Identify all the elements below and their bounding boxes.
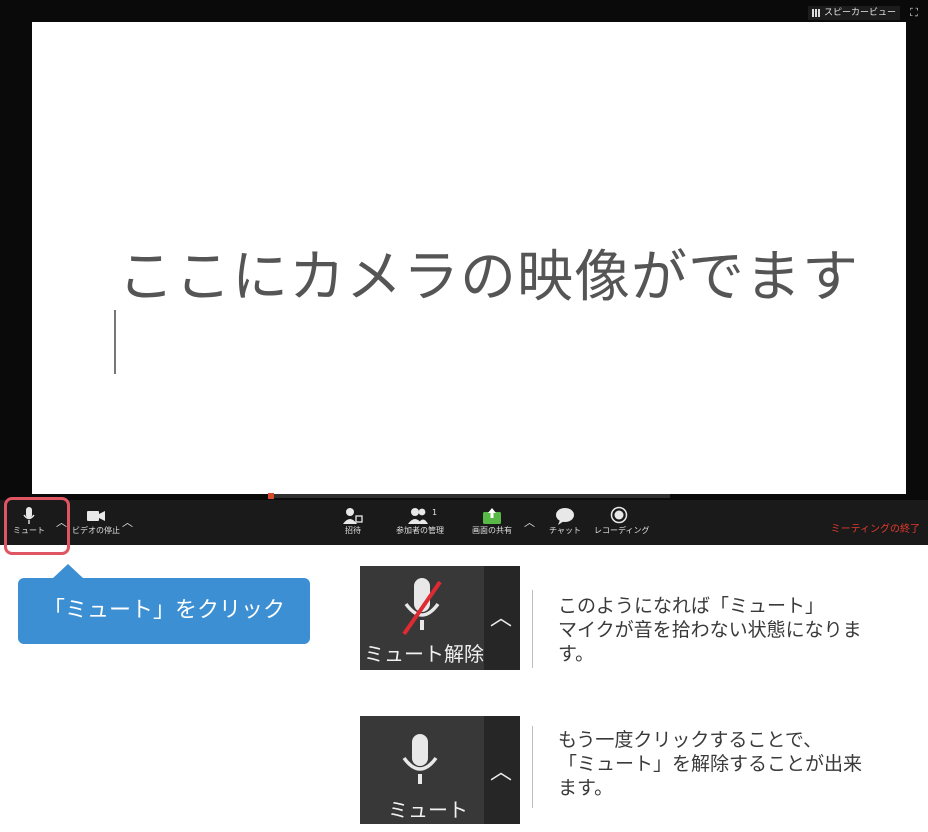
invite-button[interactable]: 招待: [338, 506, 368, 544]
mute-description-line: 「ミュート」を解除することが出来: [558, 753, 863, 775]
muted-microphone-icon: [402, 578, 442, 636]
participants-icon: [408, 508, 428, 524]
share-options-chevron-icon[interactable]: ︿: [524, 514, 535, 530]
divider-line: [532, 726, 533, 808]
mute-highlight-frame: [4, 497, 70, 555]
unmute-description-line: このようになれば「ミュート」: [558, 595, 825, 617]
grid-icon: [811, 9, 820, 17]
mute-description: もう一度クリックすることで、 「ミュート」を解除することが出来 ます。: [558, 728, 928, 800]
mute-description-line: ます。: [558, 777, 614, 799]
unmute-description-line: マイクが音を拾わない状態になりま: [558, 619, 862, 641]
callout-bubble: 「ミュート」をクリック: [18, 578, 310, 644]
video-placeholder-text: ここにカメラの映像がでます: [118, 245, 859, 310]
invite-label: 招待: [345, 526, 361, 535]
end-meeting-button[interactable]: ミーティングの終了: [831, 520, 920, 535]
speaker-view-label: スピーカービュー: [823, 8, 896, 18]
callout-pointer: [52, 564, 84, 579]
mute-state-panel: ミュート ︿: [360, 716, 520, 824]
stop-video-button[interactable]: ビデオの停止: [72, 506, 120, 544]
chevron-up-icon[interactable]: ︿: [490, 600, 512, 632]
unmute-state-panel: ミュート解除 ︿: [360, 566, 520, 670]
participants-label: 参加者の管理: [396, 526, 444, 535]
unmute-description: このようになれば「ミュート」 マイクが音を拾わない状態になりま す。: [558, 594, 928, 666]
share-screen-button[interactable]: 画面の共有: [470, 506, 514, 544]
speaker-view-button[interactable]: スピーカービュー: [807, 6, 900, 20]
chat-bubble-icon: [556, 508, 574, 525]
mute-description-line: もう一度クリックすることで、: [558, 729, 823, 751]
unmute-button[interactable]: ミュート解除: [360, 566, 484, 670]
record-icon: [610, 506, 628, 524]
meeting-window: ここにカメラの映像がでます スピーカービュー ⛶ ミュート ︿ ビデオの停止 ︿…: [0, 0, 928, 545]
fullscreen-icon[interactable]: ⛶: [908, 6, 920, 20]
unmute-description-line: す。: [558, 643, 595, 665]
stop-video-label: ビデオの停止: [72, 526, 120, 535]
chevron-up-icon[interactable]: ︿: [490, 754, 512, 786]
record-label: レコーディング: [594, 526, 650, 535]
meeting-toolbar: ミュート ︿ ビデオの停止 ︿ 招待 参加者の管理 1 画面の共有 ︿ チャット…: [0, 500, 928, 545]
record-button[interactable]: レコーディング: [594, 506, 650, 544]
divider-line: [532, 590, 533, 668]
progress-marker: [268, 493, 274, 499]
unmute-label: ミュート解除: [364, 642, 484, 666]
text-cursor: [114, 310, 116, 374]
mute-label-large: ミュート: [388, 798, 468, 822]
chat-button[interactable]: チャット: [548, 506, 582, 544]
share-screen-label: 画面の共有: [472, 526, 512, 535]
mute-button-large[interactable]: ミュート: [360, 716, 484, 824]
video-area: ここにカメラの映像がでます: [32, 22, 906, 494]
participants-count: 1: [432, 508, 438, 517]
video-options-chevron-icon[interactable]: ︿: [122, 514, 133, 530]
video-camera-icon: [87, 511, 105, 521]
chat-label: チャット: [549, 526, 581, 535]
manage-participants-button[interactable]: 参加者の管理: [392, 506, 448, 544]
share-screen-icon: [483, 508, 501, 524]
progress-bar: [270, 494, 670, 498]
invite-icon: [343, 508, 363, 524]
microphone-icon: [402, 734, 438, 784]
